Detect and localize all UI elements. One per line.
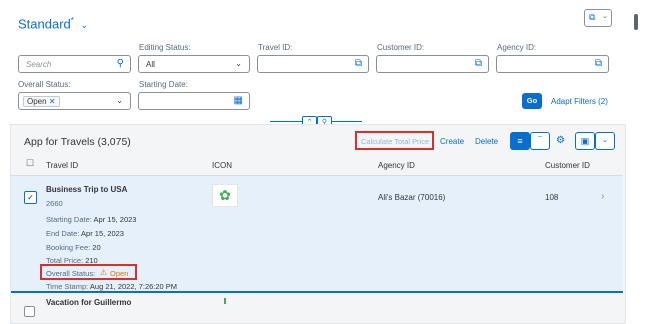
settings-button[interactable]: ⚙ [556, 135, 565, 146]
value-help-icon[interactable]: ⧉ [355, 58, 362, 69]
go-button[interactable]: Go [522, 93, 542, 109]
row-checkbox[interactable]: ✓ [24, 191, 37, 204]
variant-selector[interactable]: Standard* ⌄ [18, 16, 88, 31]
overall-status-label: Overall Status: [18, 80, 71, 89]
gear-icon: ⚙ [556, 135, 565, 146]
editing-status-select[interactable]: All ⌄ [138, 55, 250, 73]
column-header-customer-id[interactable]: Customer ID [545, 161, 590, 170]
customer-id-input[interactable]: ⧉ [376, 55, 489, 73]
table-title: App for Travels (3,075) [24, 136, 131, 148]
variant-title: Standard [18, 16, 71, 32]
calculate-total-price-button[interactable]: Calculate Total Price [355, 131, 434, 150]
starting-date-label: Starting Date: [139, 80, 188, 89]
travel-name: Vacation for Guillermo [46, 298, 132, 307]
chevron-down-icon: ⌄ [602, 137, 608, 144]
sort-descending-button[interactable]: ‾ [530, 132, 550, 150]
overall-status-token[interactable]: Open ✕ [23, 96, 60, 107]
leaf-icon: ✿ [219, 187, 231, 203]
value-help-icon[interactable]: ⧉ [595, 58, 602, 69]
customer-cell: 108 [545, 193, 559, 202]
starting-date-input[interactable]: ▦ [138, 92, 250, 110]
starting-date-detail: Starting Date: Apr 15, 2023 [46, 215, 137, 224]
select-all-icon[interactable]: ☐ [26, 158, 34, 169]
adapt-filters-button[interactable]: Adapt Filters (2) [551, 97, 608, 106]
travel-name: Business Trip to USA [46, 185, 128, 194]
share-icon: ⧉ [589, 12, 596, 22]
warning-icon: ⚠ [100, 268, 108, 277]
travel-id-label: Travel ID: [258, 43, 293, 52]
agency-cell: Ali's Bazar (70016) [378, 193, 446, 202]
travel-id-input[interactable]: ⧉ [257, 55, 369, 73]
delete-button[interactable]: Delete [475, 137, 498, 146]
sort-icon: ‾ [538, 136, 542, 146]
overall-status-multiselect[interactable]: Open ✕ ⌄ [18, 92, 131, 110]
column-header-travel-id[interactable]: Travel ID [46, 161, 78, 170]
overall-status-detail-value: Open [110, 269, 129, 278]
create-button[interactable]: Create [440, 137, 464, 146]
chevron-down-icon: ⌄ [235, 59, 242, 68]
export-menu-button[interactable]: ⌄ [595, 132, 615, 150]
chevron-down-icon: ⌄ [602, 13, 608, 20]
scrollbar[interactable] [634, 14, 638, 30]
row-checkbox[interactable] [24, 306, 35, 317]
column-header-agency-id[interactable]: Agency ID [378, 161, 415, 170]
sort-icon: ≡ [517, 136, 523, 146]
share-menu-button[interactable]: ⧉ ⌄ [584, 9, 612, 27]
customer-id-label: Customer ID: [377, 43, 425, 52]
table-header-row [11, 153, 623, 176]
agency-id-input[interactable]: ⧉ [496, 55, 609, 73]
agency-id-label: Agency ID: [497, 43, 537, 52]
export-icon: ▣ [580, 136, 590, 146]
calendar-icon[interactable]: ▦ [234, 95, 243, 106]
variant-modified-marker: * [70, 16, 74, 25]
overall-status-detail-label: Overall Status: [46, 269, 96, 278]
end-date-detail: End Date: Apr 15, 2023 [46, 229, 124, 238]
row-navigation-icon[interactable]: › [601, 191, 604, 202]
search-input[interactable]: Search ⚲ [18, 55, 131, 73]
remove-token-icon[interactable]: ✕ [49, 97, 56, 106]
sort-ascending-button[interactable]: ≡ [510, 132, 530, 150]
search-placeholder: Search [26, 60, 52, 69]
editing-status-label: Editing Status: [139, 43, 191, 52]
chevron-down-icon: ⌄ [80, 20, 89, 31]
editing-status-value: All [146, 60, 155, 69]
overall-status-highlight: Overall Status: ⚠ Open [40, 264, 137, 280]
travel-icon-image: ✿ [212, 184, 238, 207]
chevron-down-icon: ⌄ [116, 96, 123, 105]
column-header-icon[interactable]: ICON [212, 161, 232, 170]
travel-number: 2660 [46, 199, 63, 208]
time-stamp-detail: Time Stamp: Aug 21, 2022, 7:26:20 PM [46, 282, 178, 291]
calculate-total-price-label: Calculate Total Price [361, 137, 430, 146]
export-button[interactable]: ▣ [575, 132, 595, 150]
token-label: Open [27, 97, 47, 106]
search-icon: ⚲ [116, 58, 124, 69]
travel-icon-image [224, 298, 226, 304]
value-help-icon[interactable]: ⧉ [475, 58, 482, 69]
booking-fee-detail: Booking Fee: 20 [46, 243, 101, 252]
